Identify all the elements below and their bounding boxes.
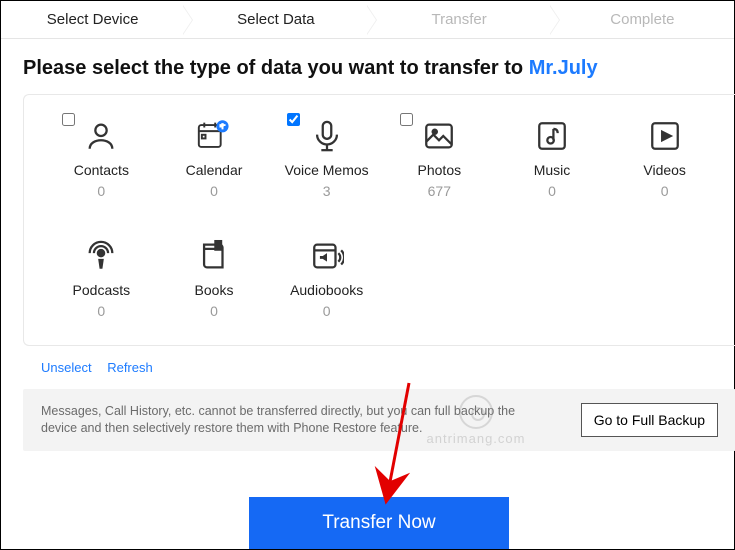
books-icon [163,239,266,273]
tile-count: 677 [388,183,491,199]
checkbox-photos[interactable] [400,113,413,126]
tile-count: 0 [50,183,153,199]
go-to-full-backup-button[interactable]: Go to Full Backup [581,403,718,437]
prompt-text: Please select the type of data you want … [1,39,734,94]
tile-count: 0 [50,303,153,319]
tile-voicememos[interactable]: Voice Memos 3 [275,113,378,223]
refresh-link[interactable]: Refresh [107,360,153,375]
tile-books[interactable]: Books 0 [163,233,266,343]
transfer-now-button[interactable]: Transfer Now [249,497,509,549]
tile-contacts[interactable]: Contacts 0 [50,113,153,223]
music-icon [501,119,604,153]
step-label: Complete [610,11,674,28]
tile-count: 0 [275,303,378,319]
tile-count: 0 [163,303,266,319]
checkbox-contacts[interactable] [62,113,75,126]
calendar-icon [163,119,266,153]
tile-label: Contacts [50,161,153,179]
backup-notice: Messages, Call History, etc. cannot be t… [23,389,735,451]
tile-label: Music [501,161,604,179]
tile-podcasts[interactable]: Podcasts 0 [50,233,153,343]
step-transfer: Transfer [368,1,551,38]
step-label: Transfer [431,11,486,28]
tile-label: Books [163,281,266,299]
tile-label: Photos [388,161,491,179]
videos-icon [613,119,716,153]
tile-label: Calendar [163,161,266,179]
unselect-link[interactable]: Unselect [41,360,92,375]
step-select-data[interactable]: Select Data [184,1,367,38]
step-complete: Complete [551,1,734,38]
step-label: Select Device [47,11,139,28]
tile-count: 0 [501,183,604,199]
tile-music[interactable]: Music 0 [501,113,604,223]
tile-label: Audiobooks [275,281,378,299]
step-select-device[interactable]: Select Device [1,1,184,38]
tile-label: Podcasts [50,281,153,299]
step-label: Select Data [237,11,315,28]
tile-calendar[interactable]: Calendar 0 [163,113,266,223]
wizard-steps: Select Device Select Data Transfer Compl… [1,1,734,39]
data-type-grid: Contacts 0 Calendar 0 Voice Memos 3 Photos 677 M… [50,113,716,343]
checkbox-voicememos[interactable] [287,113,300,126]
tile-videos[interactable]: Videos 0 [613,113,716,223]
prompt-prefix: Please select the type of data you want … [23,57,529,79]
podcasts-icon [50,239,153,273]
tile-label: Voice Memos [275,161,378,179]
data-type-panel: Contacts 0 Calendar 0 Voice Memos 3 Photos 677 M… [23,94,735,346]
target-device-name: Mr.July [529,57,598,79]
audiobooks-icon [275,239,378,273]
tile-count: 0 [163,183,266,199]
link-row: Unselect Refresh [1,346,734,389]
tile-label: Videos [613,161,716,179]
tile-audiobooks[interactable]: Audiobooks 0 [275,233,378,343]
tile-count: 3 [275,183,378,199]
tile-count: 0 [613,183,716,199]
notice-message: Messages, Call History, etc. cannot be t… [41,403,541,437]
tile-photos[interactable]: Photos 677 [388,113,491,223]
